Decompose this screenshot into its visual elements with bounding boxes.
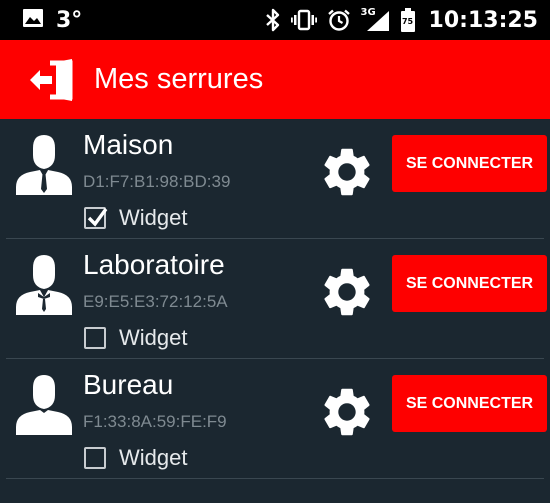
widget-label: Widget <box>119 205 188 230</box>
widget-checkbox-row[interactable]: Widget <box>84 205 187 231</box>
lock-mac-address: E9:E5:E3:72:12:5A <box>83 292 228 311</box>
widget-label: Widget <box>119 445 188 470</box>
list-item: Laboratoire E9:E5:E3:72:12:5A Widget SE … <box>6 239 547 359</box>
user-avatar-icon <box>16 373 72 435</box>
user-avatar-icon <box>16 133 72 195</box>
list-item: Maison D1:F7:B1:98:BD:39 Widget SE CONNE… <box>6 119 547 239</box>
lock-name: Bureau <box>83 369 174 400</box>
widget-checkbox-row[interactable]: Widget <box>84 325 187 351</box>
gear-icon[interactable] <box>318 143 376 201</box>
lock-name: Laboratoire <box>83 249 225 280</box>
lock-mac-address: F1:33:8A:59:FE:F9 <box>83 412 227 431</box>
connect-button[interactable]: SE CONNECTER <box>392 255 547 312</box>
alarm-icon <box>327 8 351 32</box>
status-bar-right: 3G 75 10:13:25 <box>265 0 538 40</box>
gear-icon[interactable] <box>318 263 376 321</box>
widget-checkbox[interactable] <box>84 207 108 229</box>
image-icon <box>22 7 44 33</box>
signal-icon: 3G <box>361 7 391 33</box>
battery-level-text: 75 <box>401 17 414 26</box>
status-bar: 3° 3G 75 10:13:25 <box>0 0 550 40</box>
app-bar: Mes serrures <box>0 40 550 119</box>
page-title: Mes serrures <box>94 63 264 95</box>
list-item: Bureau F1:33:8A:59:FE:F9 Widget SE CONNE… <box>6 359 547 479</box>
widget-checkbox[interactable] <box>84 327 106 349</box>
lock-name: Maison <box>83 129 174 160</box>
connect-button[interactable]: SE CONNECTER <box>392 375 547 432</box>
widget-checkbox[interactable] <box>84 447 106 469</box>
logout-door-icon[interactable] <box>28 57 78 103</box>
user-avatar-icon <box>16 253 72 315</box>
widget-checkbox-row[interactable]: Widget <box>84 445 187 471</box>
lock-mac-address: D1:F7:B1:98:BD:39 <box>83 172 231 191</box>
temperature-text: 3° <box>56 7 83 33</box>
battery-icon: 75 <box>400 8 415 32</box>
vibrate-icon <box>290 9 317 31</box>
gear-icon[interactable] <box>318 383 376 441</box>
connect-button[interactable]: SE CONNECTER <box>392 135 547 192</box>
widget-label: Widget <box>119 325 188 350</box>
clock-text: 10:13:25 <box>428 7 538 33</box>
lock-list: Maison D1:F7:B1:98:BD:39 Widget SE CONNE… <box>0 119 550 479</box>
status-bar-left: 3° <box>0 7 82 33</box>
bluetooth-icon <box>265 8 281 32</box>
